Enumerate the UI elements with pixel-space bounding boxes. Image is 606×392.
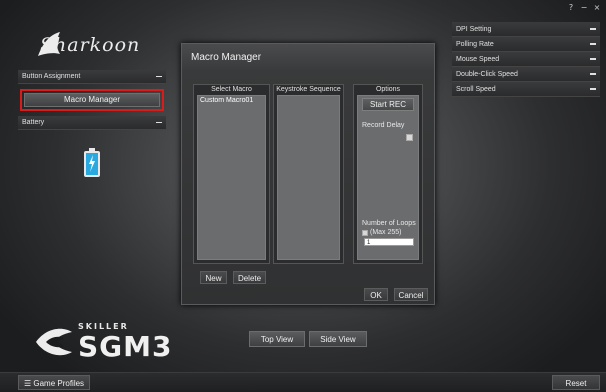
record-delay-checkbox[interactable] [406, 134, 413, 141]
collapse-icon[interactable] [590, 43, 596, 45]
options-header: Options [375, 86, 401, 93]
new-button[interactable]: New [200, 271, 227, 284]
dialog-title: Macro Manager [182, 44, 434, 70]
select-macro-panel: Select Macro Custom Macro01 [193, 84, 270, 264]
macro-manager-button[interactable]: Macro Manager [24, 93, 160, 107]
number-of-loops-label: Number of Loops (Max 255) [362, 220, 416, 237]
dpi-setting-label: DPI Setting [456, 25, 492, 33]
collapse-icon[interactable] [156, 75, 162, 78]
game-profiles-button[interactable]: ☰ Game Profiles [18, 375, 90, 390]
loops-checkbox[interactable] [362, 230, 368, 236]
double-click-speed-header[interactable]: Double-Click Speed [452, 67, 600, 82]
brand-model: SGM3 [78, 330, 173, 363]
reset-button[interactable]: Reset [552, 375, 600, 390]
game-profiles-label: Game Profiles [33, 379, 85, 388]
battery-header[interactable]: Battery [18, 116, 166, 130]
macro-manager-highlight: Macro Manager [20, 89, 164, 111]
list-item[interactable]: Custom Macro01 [198, 96, 265, 105]
mouse-speed-label: Mouse Speed [456, 55, 500, 63]
left-panel: Button Assignment Macro Manager Battery [18, 70, 166, 196]
dpi-setting-header[interactable]: DPI Setting [452, 22, 600, 37]
options-body: Start REC Record Delay Number of Loops (… [357, 95, 419, 260]
right-panel: DPI Setting Polling Rate Mouse Speed Dou… [452, 22, 600, 97]
macro-list[interactable]: Custom Macro01 [197, 95, 266, 260]
double-click-speed-label: Double-Click Speed [456, 70, 518, 78]
keystroke-sequence-header: Keystroke Sequence [276, 86, 341, 93]
max-note: (Max 255) [370, 229, 402, 236]
select-macro-header: Select Macro [211, 86, 252, 93]
top-view-button[interactable]: Top View [249, 331, 305, 347]
side-view-button[interactable]: Side View [309, 331, 367, 347]
ok-button[interactable]: OK [364, 288, 388, 301]
scroll-speed-header[interactable]: Scroll Speed [452, 82, 600, 97]
collapse-icon[interactable] [156, 121, 162, 124]
collapse-icon[interactable] [590, 58, 596, 60]
loops-input[interactable]: 1 [364, 238, 414, 246]
battery-label: Battery [22, 119, 45, 126]
battery-area [18, 130, 166, 196]
loops-title: Number of Loops [362, 220, 416, 227]
polling-rate-label: Polling Rate [456, 40, 494, 48]
minimize-icon[interactable]: − [579, 3, 589, 12]
record-delay-label: Record Delay [362, 122, 405, 129]
brand-logo-text: Sharkoon [40, 34, 141, 56]
macro-manager-dialog: Macro Manager Select Macro Custom Macro0… [181, 43, 435, 305]
collapse-icon[interactable] [590, 28, 596, 30]
window-controls: ? − × [566, 3, 602, 12]
options-panel: Options Start REC Record Delay Number of… [353, 84, 423, 264]
bottom-bar [0, 372, 606, 392]
mouse-speed-header[interactable]: Mouse Speed [452, 52, 600, 67]
close-icon[interactable]: × [592, 3, 602, 12]
cancel-button[interactable]: Cancel [394, 288, 428, 301]
button-assignment-header[interactable]: Button Assignment [18, 70, 166, 84]
delete-button[interactable]: Delete [233, 271, 266, 284]
keystroke-list[interactable] [277, 95, 340, 260]
collapse-icon[interactable] [590, 73, 596, 75]
keystroke-sequence-panel: Keystroke Sequence [273, 84, 344, 264]
menu-icon: ☰ [23, 379, 34, 388]
help-icon[interactable]: ? [566, 3, 576, 12]
battery-icon [84, 148, 100, 177]
scroll-speed-label: Scroll Speed [456, 85, 496, 93]
start-rec-button[interactable]: Start REC [362, 98, 414, 111]
collapse-icon[interactable] [590, 88, 596, 90]
polling-rate-header[interactable]: Polling Rate [452, 37, 600, 52]
button-assignment-label: Button Assignment [22, 73, 81, 80]
